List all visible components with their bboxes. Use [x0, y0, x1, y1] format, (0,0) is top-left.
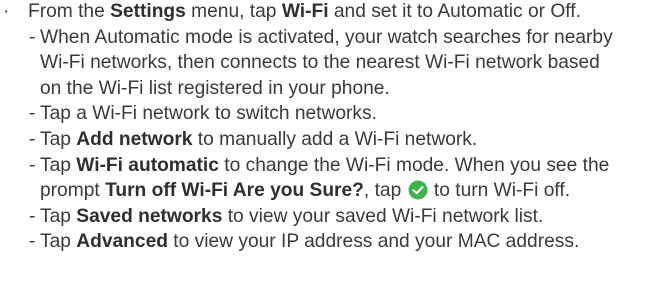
intro-text-3: and set it to Automatic or Off. — [328, 1, 581, 22]
add-network-label: Add network — [76, 128, 193, 150]
wifi-automatic-text-5: to turn Wi-Fi off. — [428, 180, 571, 202]
advanced-text-2: to view your IP address and your MAC add… — [167, 231, 580, 253]
check-circle-icon — [408, 180, 428, 200]
dash-marker: - — [29, 103, 36, 125]
list-item-automatic-mode-continued: Wi-Fi networks, then connects to the nea… — [0, 50, 645, 76]
intro-text-1: From the — [28, 1, 111, 22]
advanced-label: Advanced — [76, 231, 168, 253]
check-circle-background — [408, 180, 428, 200]
add-network-text-2: to manually add a Wi-Fi network. — [192, 128, 478, 150]
wifi-settings-instruction: · From the Settings menu, tap Wi-Fi and s… — [0, 0, 645, 25]
saved-networks-text-2: to view your saved Wi-Fi network list. — [222, 205, 544, 227]
automatic-mode-text-line-3: on the Wi-Fi list registered in your pho… — [40, 77, 390, 99]
bullet-marker: · — [3, 1, 10, 22]
wifi-automatic-text-4: , tap — [363, 180, 407, 202]
advanced-text-1: Tap — [40, 231, 77, 253]
turn-off-prompt-label: Turn off Wi-Fi Are you Sure? — [105, 180, 364, 202]
dash-marker: - — [29, 26, 36, 48]
automatic-mode-text-line-2: Wi-Fi networks, then connects to the nea… — [40, 52, 600, 74]
list-item-automatic-mode-continued: on the Wi-Fi list registered in your pho… — [0, 76, 645, 102]
wifi-automatic-label: Wi-Fi automatic — [76, 154, 219, 176]
dash-marker: - — [29, 231, 36, 253]
list-item-automatic-mode: - When Automatic mode is activated, your … — [0, 25, 645, 51]
list-item-saved-networks: - Tap Saved networks to view your saved W… — [0, 204, 645, 230]
wifi-automatic-text-2: to change the Wi-Fi mode. When you see t… — [218, 154, 610, 176]
intro-text-2: menu, tap — [185, 1, 282, 22]
wifi-automatic-text-1: Tap — [40, 154, 77, 176]
switch-networks-text: Tap a Wi-Fi network to switch networks. — [40, 103, 377, 125]
saved-networks-text-1: Tap — [40, 205, 77, 227]
list-item-switch-networks: - Tap a Wi-Fi network to switch networks. — [0, 101, 645, 127]
instruction-text-block: · From the Settings menu, tap Wi-Fi and s… — [0, 0, 645, 255]
settings-menu-label: Settings — [110, 1, 186, 22]
saved-networks-label: Saved networks — [76, 205, 223, 227]
automatic-mode-text-line-1: When Automatic mode is activated, your w… — [40, 26, 613, 48]
dash-marker: - — [29, 205, 36, 227]
add-network-text-1: Tap — [40, 128, 77, 150]
list-item-wifi-automatic: - Tap Wi-Fi automatic to change the Wi-Fi… — [0, 153, 645, 179]
wifi-label: Wi-Fi — [281, 1, 329, 22]
list-item-wifi-automatic-continued: prompt Turn off Wi-Fi Are you Sure?, tap… — [0, 178, 645, 204]
list-item-advanced: - Tap Advanced to view your IP address an… — [0, 229, 645, 255]
dash-marker: - — [29, 128, 36, 150]
dash-marker: - — [29, 154, 36, 176]
list-item-add-network: - Tap Add network to manually add a Wi-Fi… — [0, 127, 645, 153]
wifi-automatic-text-3: prompt — [40, 180, 106, 202]
